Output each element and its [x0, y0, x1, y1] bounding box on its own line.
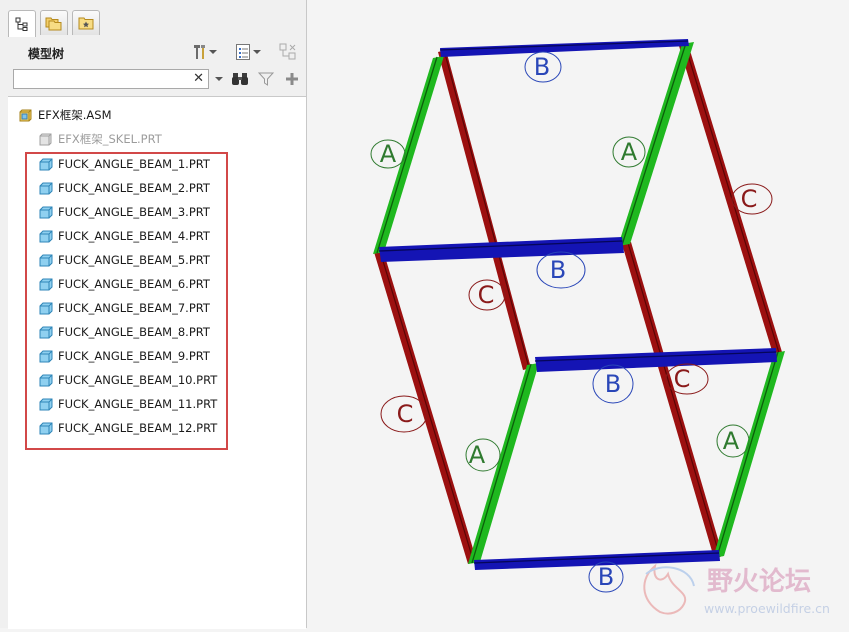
chevron-down-icon	[209, 50, 217, 54]
grid-tree-icon	[279, 43, 296, 60]
watermark: 野火论坛 www.proewildfire.cn	[643, 563, 830, 616]
clear-search-icon[interactable]: ✕	[193, 71, 204, 86]
find-button[interactable]	[230, 69, 250, 89]
skeleton-part-icon	[39, 133, 52, 145]
label-b-3: B	[605, 370, 621, 398]
label-a-2: A	[621, 138, 638, 166]
watermark-title: 野火论坛	[707, 567, 811, 597]
tab-model-tree[interactable]	[8, 10, 36, 37]
favorites-folder-icon	[78, 17, 94, 30]
search-input[interactable]: ✕	[13, 69, 209, 89]
settings-dropdown[interactable]	[208, 42, 218, 62]
flame-logo-icon	[643, 563, 687, 615]
graphics-window[interactable]: A A A A B B B B C C C C 野火论坛 www.proewil…	[308, 0, 849, 628]
tree-item-skeleton[interactable]: EFX框架_SKEL.PRT	[39, 129, 162, 149]
tools-icon	[194, 45, 205, 59]
model-tree-icon	[15, 17, 28, 31]
label-a-1: A	[380, 140, 397, 168]
watermark-url: www.proewildfire.cn	[704, 601, 830, 616]
search-history-dropdown[interactable]	[214, 69, 224, 89]
tree-item-label: EFX框架.ASM	[38, 108, 112, 122]
beam-c-top-back-right[interactable]	[679, 44, 782, 354]
model-tree-panel: 模型树 ✕ EFX框架.ASM EFX框架_SKEL.PRT FUCK_ANGL…	[0, 0, 307, 629]
label-b-1: B	[534, 53, 550, 81]
tree-root-assembly[interactable]: EFX框架.ASM	[19, 105, 112, 125]
filter-funnel-icon	[258, 72, 274, 86]
settings-tools-button[interactable]	[190, 42, 210, 62]
panel-title: 模型树	[28, 47, 65, 61]
chevron-down-icon	[215, 77, 223, 81]
list-document-icon	[236, 44, 250, 60]
show-dropdown[interactable]	[252, 42, 262, 62]
label-a-4: A	[723, 427, 740, 455]
label-c-2: C	[478, 281, 495, 309]
tab-folder-browser[interactable]	[40, 10, 68, 35]
label-b-4: B	[598, 563, 614, 591]
assembly-icon	[19, 109, 32, 121]
flame-swirl	[645, 566, 695, 587]
plus-icon	[286, 73, 298, 85]
beam-c-edge	[627, 242, 721, 558]
tab-favorites[interactable]	[72, 10, 100, 35]
show-button[interactable]	[233, 42, 253, 62]
beam-c-edge	[443, 49, 530, 369]
model-tree: EFX框架.ASM EFX框架_SKEL.PRT FUCK_ANGLE_BEAM…	[8, 96, 306, 629]
parts-highlight-box	[25, 152, 228, 450]
beam-group-b	[378, 39, 777, 570]
frame-model-view[interactable]: A A A A B B B B C C C C 野火论坛 www.proewil…	[308, 0, 849, 628]
label-b-2: B	[550, 256, 566, 284]
beam-c-front-right[interactable]	[622, 242, 723, 558]
label-a-3: A	[469, 441, 486, 469]
label-c-1: C	[741, 185, 758, 213]
tree-item-label: EFX框架_SKEL.PRT	[58, 132, 162, 146]
beam-group-a	[373, 42, 785, 564]
filter-button[interactable]	[256, 69, 276, 89]
beam-c-edge	[379, 250, 475, 564]
label-c-4: C	[397, 400, 414, 428]
folders-icon	[45, 17, 62, 31]
binoculars-icon	[232, 73, 248, 85]
label-c-3: C	[674, 365, 691, 393]
beam-group-c	[374, 44, 782, 564]
add-column-button[interactable]	[282, 69, 302, 89]
layer-tree-button[interactable]	[278, 42, 298, 62]
chevron-down-icon	[253, 50, 261, 54]
